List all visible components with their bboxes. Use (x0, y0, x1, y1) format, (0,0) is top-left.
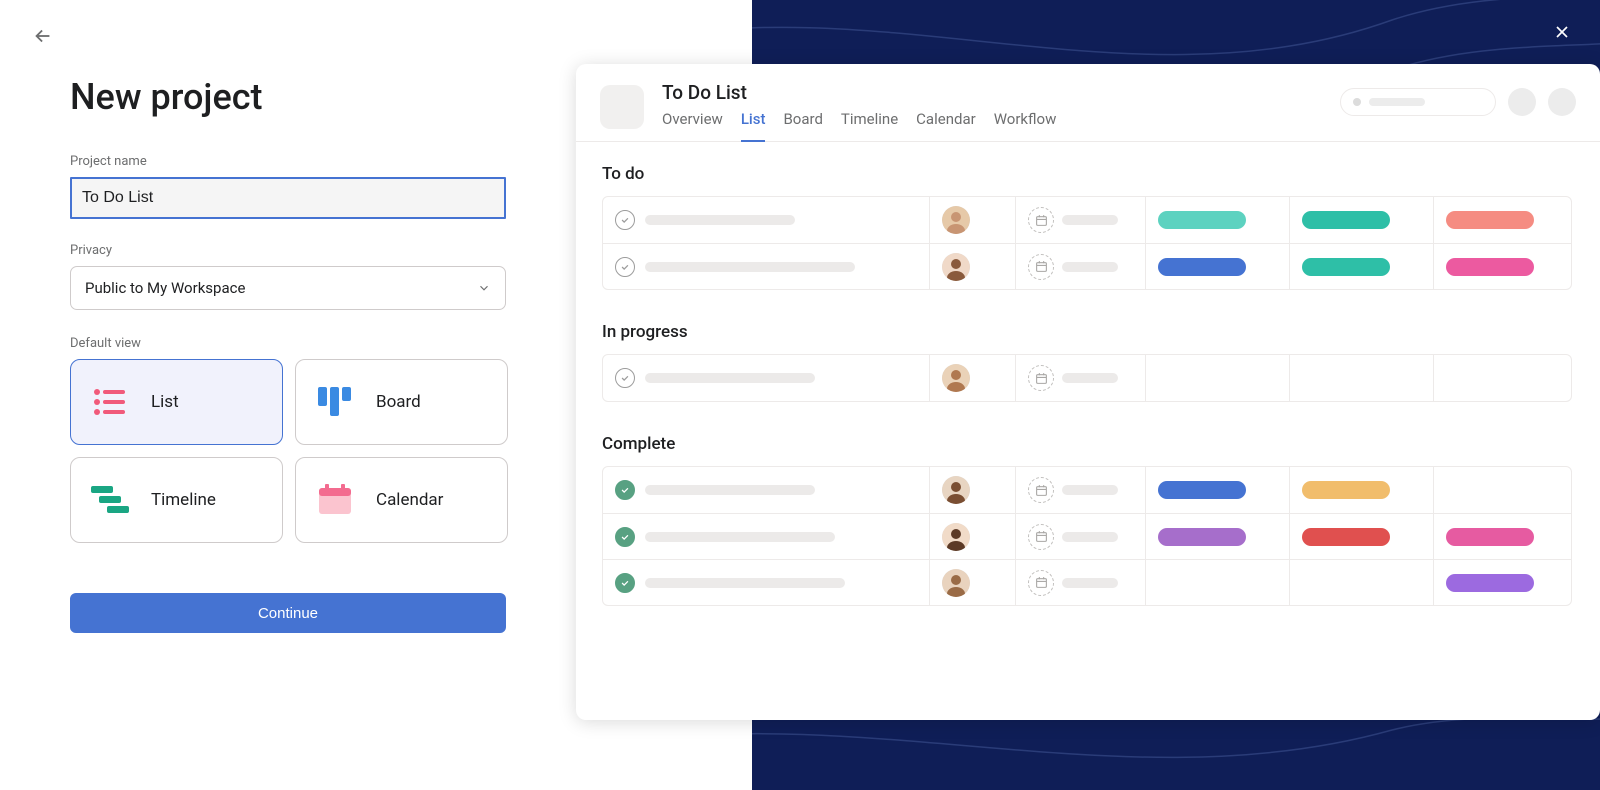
tab-workflow[interactable]: Workflow (994, 110, 1057, 142)
view-option-calendar[interactable]: Calendar (295, 457, 508, 543)
preview-project-title: To Do List (662, 81, 1056, 104)
task-row (603, 197, 1571, 243)
calendar-icon (316, 481, 354, 519)
tab-timeline[interactable]: Timeline (841, 110, 898, 142)
view-option-timeline[interactable]: Timeline (70, 457, 283, 543)
project-preview: To Do List Overview List Board Timeline … (576, 64, 1600, 720)
view-option-label: Calendar (376, 490, 443, 510)
privacy-select[interactable]: Public to My Workspace (70, 266, 506, 310)
view-option-label: Board (376, 392, 421, 412)
task-title-placeholder (645, 262, 855, 272)
tab-board[interactable]: Board (783, 110, 822, 142)
tag-placeholder (1446, 258, 1534, 276)
avatar-placeholder (1548, 88, 1576, 116)
tag-placeholder (1302, 528, 1390, 546)
tag-placeholder (1446, 574, 1534, 592)
board-icon (316, 383, 354, 421)
tag-placeholder (1302, 481, 1390, 499)
task-title-placeholder (645, 215, 795, 225)
date-placeholder (1062, 485, 1118, 495)
back-button[interactable] (32, 24, 56, 48)
section-table-complete (602, 466, 1572, 606)
calendar-icon (1028, 365, 1054, 391)
tab-calendar[interactable]: Calendar (916, 110, 976, 142)
project-name-label: Project name (70, 154, 506, 169)
tab-overview[interactable]: Overview (662, 110, 723, 142)
header-pill-placeholder (1340, 88, 1496, 116)
task-title-placeholder (645, 485, 815, 495)
assignee-avatar (942, 206, 970, 234)
section-table-inprogress (602, 354, 1572, 402)
tag-placeholder (1446, 211, 1534, 229)
close-button[interactable] (1552, 22, 1572, 42)
project-name-input[interactable] (70, 177, 506, 219)
view-option-list[interactable]: List (70, 359, 283, 445)
tag-placeholder (1158, 528, 1246, 546)
task-row (603, 513, 1571, 559)
date-placeholder (1062, 373, 1118, 383)
calendar-icon (1028, 570, 1054, 596)
default-view-label: Default view (70, 336, 506, 351)
check-circle-icon[interactable] (615, 527, 635, 547)
assignee-avatar (942, 476, 970, 504)
timeline-icon (91, 481, 129, 519)
assignee-avatar (942, 569, 970, 597)
check-circle-icon[interactable] (615, 480, 635, 500)
assignee-avatar (942, 253, 970, 281)
list-icon (91, 383, 129, 421)
date-placeholder (1062, 215, 1118, 225)
section-complete: Complete (602, 434, 1600, 454)
task-row (603, 355, 1571, 401)
calendar-icon (1028, 254, 1054, 280)
date-placeholder (1062, 262, 1118, 272)
chevron-down-icon (477, 281, 491, 295)
task-title-placeholder (645, 578, 845, 588)
assignee-avatar (942, 364, 970, 392)
task-title-placeholder (645, 532, 835, 542)
calendar-icon (1028, 477, 1054, 503)
tag-placeholder (1446, 528, 1534, 546)
view-option-label: Timeline (151, 490, 216, 510)
check-circle-icon[interactable] (615, 573, 635, 593)
project-icon-placeholder (600, 85, 644, 129)
section-table-todo (602, 196, 1572, 290)
tab-list[interactable]: List (741, 110, 766, 142)
section-todo: To do (602, 164, 1600, 184)
section-inprogress: In progress (602, 322, 1600, 342)
privacy-value: Public to My Workspace (85, 279, 245, 297)
task-row (603, 467, 1571, 513)
calendar-icon (1028, 207, 1054, 233)
page-title: New project (70, 76, 506, 118)
check-circle-icon[interactable] (615, 210, 635, 230)
date-placeholder (1062, 532, 1118, 542)
assignee-avatar (942, 523, 970, 551)
tag-placeholder (1158, 258, 1246, 276)
tag-placeholder (1302, 211, 1390, 229)
date-placeholder (1062, 578, 1118, 588)
tag-placeholder (1158, 481, 1246, 499)
task-title-placeholder (645, 373, 815, 383)
view-option-label: List (151, 392, 179, 412)
check-circle-icon[interactable] (615, 257, 635, 277)
view-option-board[interactable]: Board (295, 359, 508, 445)
check-circle-icon[interactable] (615, 368, 635, 388)
task-row (603, 243, 1571, 289)
avatar-placeholder (1508, 88, 1536, 116)
tag-placeholder (1158, 211, 1246, 229)
privacy-label: Privacy (70, 243, 506, 258)
task-row (603, 559, 1571, 605)
calendar-icon (1028, 524, 1054, 550)
tag-placeholder (1302, 258, 1390, 276)
continue-button[interactable]: Continue (70, 593, 506, 633)
preview-tabs: Overview List Board Timeline Calendar Wo… (662, 110, 1056, 142)
